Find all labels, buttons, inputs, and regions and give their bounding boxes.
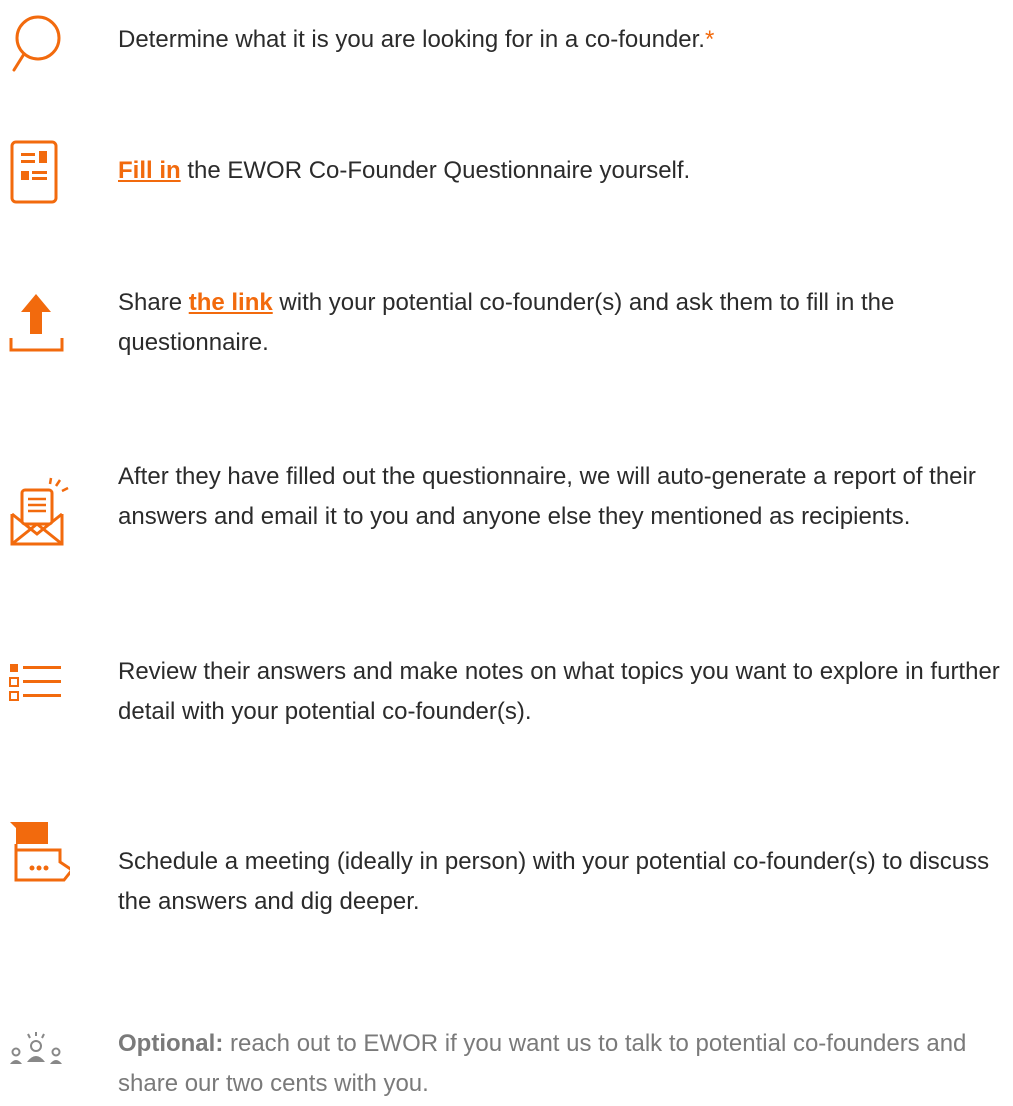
step-text: Determine what it is you are looking for… xyxy=(118,26,705,53)
optional-label: Optional: xyxy=(118,1030,224,1057)
step-text: After they have filled out the questionn… xyxy=(118,463,976,530)
upload-share-icon xyxy=(6,290,66,352)
step-text: the EWOR Co-Founder Questionnaire yourse… xyxy=(180,157,691,184)
people-group-icon xyxy=(6,1030,66,1090)
fill-in-link[interactable]: Fill in xyxy=(118,157,181,184)
search-icon xyxy=(6,12,66,72)
questionnaire-document-icon xyxy=(6,140,66,204)
required-asterisk: * xyxy=(704,26,715,53)
meeting-chat-icon xyxy=(6,816,70,882)
step-text: reach out to EWOR if you want us to talk… xyxy=(118,1030,967,1097)
step-text-before: Share xyxy=(118,289,189,316)
email-report-icon xyxy=(6,476,69,546)
share-link[interactable]: the link xyxy=(189,289,273,316)
step-text: Review their answers and make notes on w… xyxy=(118,658,1000,725)
list-icon xyxy=(6,660,66,720)
step-text: Schedule a meeting (ideally in person) w… xyxy=(118,848,990,915)
